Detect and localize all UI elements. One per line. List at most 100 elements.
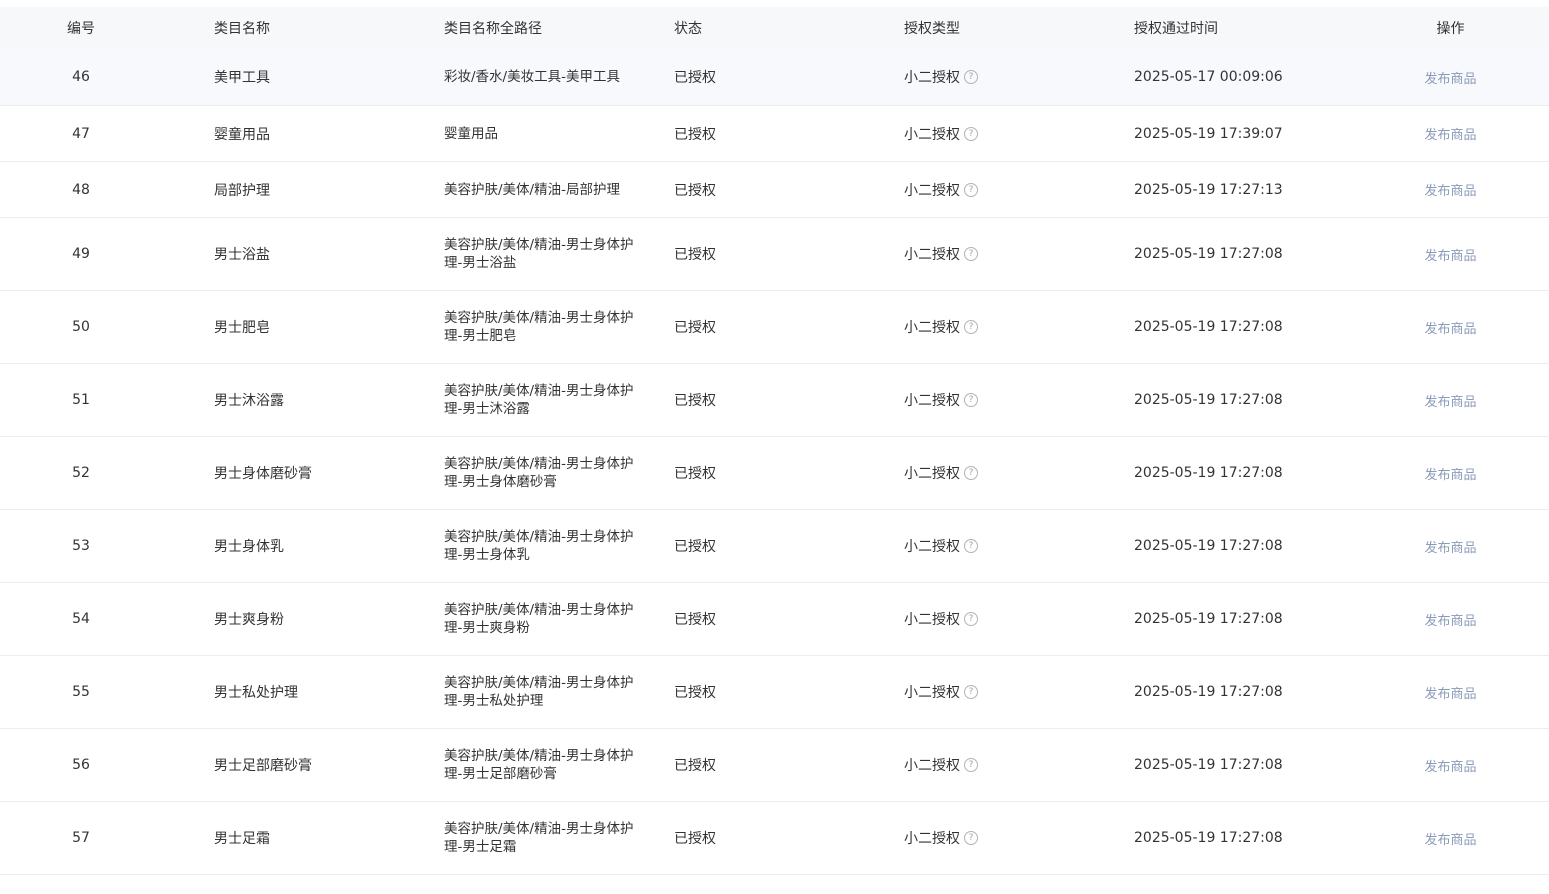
auth-type-wrap: 小二授权?: [904, 536, 978, 556]
row-category-path: 美容护肤/美体/精油-男士身体护理-男士肥皂: [444, 310, 634, 344]
publish-product-link[interactable]: 发布商品: [1424, 322, 1476, 337]
table-row: 52 男士身体磨砂膏 美容护肤/美体/精油-男士身体护理-男士身体磨砂膏 已授权 小二授…: [0, 437, 1549, 510]
row-status: 已授权: [674, 466, 716, 482]
question-circle-icon[interactable]: ?: [964, 466, 978, 480]
table-row: 54 男士爽身粉 美容护肤/美体/精油-男士身体护理-男士爽身粉 已授权 小二授权? 20…: [0, 583, 1549, 656]
publish-product-link-cell: 发布商品: [1312, 756, 1549, 775]
header-status: 状态: [674, 21, 702, 37]
question-circle-icon[interactable]: ?: [964, 612, 978, 626]
row-category-path: 彩妆/香水/美妆工具-美甲工具: [444, 69, 620, 85]
publish-product-link[interactable]: 发布商品: [1424, 541, 1476, 556]
row-auth-time-cell: 2025-05-19 17:27:08: [1082, 757, 1312, 773]
row-auth-time-cell: 2025-05-19 17:27:08: [1082, 611, 1312, 627]
row-id-cell: 49: [0, 246, 162, 262]
question-circle-icon[interactable]: ?: [964, 685, 978, 699]
row-category-path: 美容护肤/美体/精油-男士身体护理-男士足霜: [444, 821, 634, 855]
row-auth-type-cell: 小二授权?: [852, 828, 1082, 848]
publish-product-link[interactable]: 发布商品: [1424, 760, 1476, 775]
row-category-name: 男士足部磨砂膏: [214, 758, 312, 774]
row-category-name-cell: 男士足部磨砂膏: [162, 755, 392, 775]
publish-product-link[interactable]: 发布商品: [1424, 72, 1476, 87]
row-auth-time: 2025-05-19 17:27:08: [1134, 246, 1283, 262]
row-id: 50: [72, 319, 90, 335]
row-id-cell: 57: [0, 830, 162, 846]
row-category-path: 美容护肤/美体/精油-男士身体护理-男士爽身粉: [444, 602, 634, 636]
row-status: 已授权: [674, 758, 716, 774]
row-category-name: 男士身体乳: [214, 539, 284, 555]
question-circle-icon[interactable]: ?: [964, 247, 978, 261]
publish-product-link[interactable]: 发布商品: [1424, 614, 1476, 629]
auth-type-wrap: 小二授权?: [904, 609, 978, 629]
row-auth-time: 2025-05-19 17:27:13: [1134, 181, 1283, 198]
row-status-cell: 已授权: [622, 124, 852, 144]
row-category-path: 婴童用品: [444, 125, 498, 142]
header-action: 操作: [1436, 21, 1465, 37]
row-auth-type: 小二授权: [904, 393, 960, 409]
question-circle-icon[interactable]: ?: [964, 393, 978, 407]
row-category-name-cell: 男士身体磨砂膏: [162, 463, 392, 483]
row-auth-time-cell: 2025-05-19 17:27:13: [1082, 182, 1312, 198]
row-category-path-cell: 美容护肤/美体/精油-男士身体护理-男士肥皂: [392, 309, 633, 345]
row-id-cell: 54: [0, 611, 162, 627]
auth-type-wrap: 小二授权?: [904, 244, 978, 264]
row-id: 48: [72, 181, 90, 198]
row-id-cell: 55: [0, 684, 162, 700]
row-auth-type-cell: 小二授权?: [852, 463, 1082, 483]
question-circle-icon[interactable]: ?: [964, 758, 978, 772]
publish-product-link[interactable]: 发布商品: [1424, 128, 1476, 143]
row-status-cell: 已授权: [622, 463, 852, 483]
row-status: 已授权: [674, 70, 716, 86]
row-category-name: 男士沐浴露: [214, 393, 284, 409]
row-status-cell: 已授权: [622, 244, 852, 264]
publish-product-link[interactable]: 发布商品: [1424, 468, 1476, 483]
publish-product-link[interactable]: 发布商品: [1424, 395, 1476, 410]
publish-product-link[interactable]: 发布商品: [1424, 184, 1476, 199]
question-circle-icon[interactable]: ?: [964, 539, 978, 553]
publish-product-link[interactable]: 发布商品: [1424, 833, 1476, 848]
row-status-cell: 已授权: [622, 390, 852, 410]
question-circle-icon[interactable]: ?: [964, 182, 978, 197]
row-category-path-cell: 美容护肤/美体/精油-男士身体护理-男士沐浴露: [392, 382, 633, 418]
row-category-path: 美容护肤/美体/精油-男士身体护理-男士沐浴露: [444, 383, 634, 417]
question-circle-icon[interactable]: ?: [964, 70, 978, 84]
table-row: 46 美甲工具 彩妆/香水/美妆工具-美甲工具 已授权 小二授权? 2025-05-17 …: [0, 49, 1549, 106]
table-row: 49 男士浴盐 美容护肤/美体/精油-男士身体护理-男士浴盐 已授权 小二授权? 2025…: [0, 218, 1549, 291]
row-auth-time: 2025-05-17 00:09:06: [1134, 69, 1283, 85]
publish-product-link[interactable]: 发布商品: [1424, 249, 1476, 264]
row-status-cell: 已授权: [622, 67, 852, 87]
auth-type-wrap: 小二授权?: [904, 67, 978, 87]
table-row: 47 婴童用品 婴童用品 已授权 小二授权? 2025-05-19 17:39:07 发布商…: [0, 106, 1549, 162]
row-auth-time: 2025-05-19 17:27:08: [1134, 611, 1283, 627]
row-auth-type-cell: 小二授权?: [852, 244, 1082, 264]
row-category-name-cell: 男士肥皂: [162, 317, 392, 337]
row-auth-type: 小二授权: [904, 466, 960, 482]
publish-product-link[interactable]: 发布商品: [1424, 687, 1476, 702]
row-id-cell: 53: [0, 538, 162, 554]
table-row: 56 男士足部磨砂膏 美容护肤/美体/精油-男士身体护理-男士足部磨砂膏 已授权 小二授…: [0, 729, 1549, 802]
row-status: 已授权: [674, 539, 716, 555]
row-category-name-cell: 男士沐浴露: [162, 390, 392, 410]
row-category-name: 婴童用品: [214, 126, 270, 143]
row-auth-time-cell: 2025-05-19 17:27:08: [1082, 684, 1312, 700]
row-id-cell: 48: [0, 182, 162, 198]
row-auth-type-cell: 小二授权?: [852, 124, 1082, 144]
row-auth-type: 小二授权: [904, 685, 960, 701]
question-circle-icon[interactable]: ?: [964, 320, 978, 334]
table-row: 48 局部护理 美容护肤/美体/精油-局部护理 已授权 小二授权? 2025-05-19 …: [0, 162, 1549, 218]
header-path: 类目名称全路径: [444, 21, 542, 37]
row-status: 已授权: [674, 247, 716, 263]
row-category-name: 男士身体磨砂膏: [214, 466, 312, 482]
row-category-path: 美容护肤/美体/精油-男士身体护理-男士身体乳: [444, 529, 634, 563]
row-id: 57: [72, 830, 90, 846]
row-status: 已授权: [674, 612, 716, 628]
row-auth-type: 小二授权: [904, 612, 960, 628]
row-category-name-cell: 男士私处护理: [162, 682, 392, 702]
row-category-name: 美甲工具: [214, 70, 270, 86]
question-circle-icon[interactable]: ?: [964, 831, 978, 845]
row-category-name-cell: 男士浴盐: [162, 244, 392, 264]
row-auth-type: 小二授权: [904, 831, 960, 847]
row-status: 已授权: [674, 831, 716, 847]
question-circle-icon[interactable]: ?: [964, 126, 978, 141]
row-auth-type: 小二授权: [904, 182, 960, 199]
row-id: 55: [72, 684, 90, 700]
